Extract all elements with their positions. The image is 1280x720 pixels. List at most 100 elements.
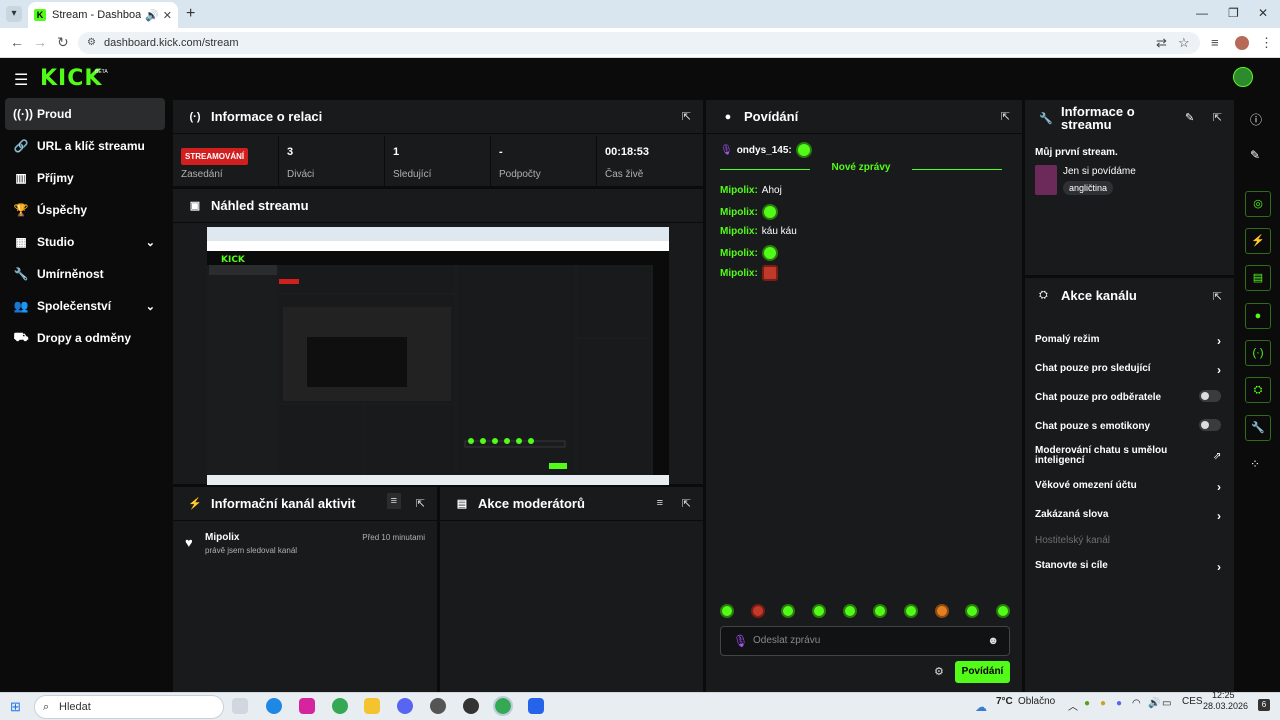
emote-icon[interactable] bbox=[811, 604, 826, 618]
browser-tab[interactable]: K Stream - Dashboard Kicku 🔊 ✕ bbox=[28, 2, 178, 28]
wifi-icon[interactable]: ◠ bbox=[1132, 698, 1141, 709]
sidebar-item-dropy[interactable]: ⛟ Dropy a odměny bbox=[5, 322, 165, 354]
window-close-icon[interactable]: ✕ bbox=[1258, 6, 1268, 20]
address-bar[interactable]: ⚙ dashboard.kick.com/stream bbox=[78, 32, 1200, 54]
new-tab-icon[interactable]: + bbox=[186, 5, 195, 23]
sidebar-item-proud[interactable]: ((·)) Proud bbox=[5, 98, 165, 130]
chat-message[interactable]: Mipolix: bbox=[720, 265, 778, 281]
emote-icon[interactable] bbox=[750, 604, 765, 618]
close-tab-icon[interactable]: ✕ bbox=[163, 9, 172, 22]
send-chat-button[interactable]: Povídání bbox=[955, 661, 1010, 683]
popout-icon[interactable]: ⇱ bbox=[1213, 290, 1222, 303]
tab-search-icon[interactable]: ▾ bbox=[6, 6, 22, 22]
tray-discord-icon[interactable]: ● bbox=[1116, 698, 1122, 709]
settings-icon[interactable] bbox=[430, 698, 446, 714]
popout-icon[interactable]: ⇱ bbox=[1001, 110, 1010, 123]
emote-only-toggle[interactable] bbox=[1199, 419, 1221, 431]
instagram-icon[interactable] bbox=[299, 698, 315, 714]
emote-icon[interactable] bbox=[842, 604, 857, 618]
stream-category[interactable]: Jen si povídáme bbox=[1063, 166, 1136, 177]
emote-icon[interactable] bbox=[873, 604, 888, 618]
notification-count[interactable]: 6 bbox=[1258, 699, 1270, 711]
info-icon[interactable]: ⓘ bbox=[1250, 111, 1262, 128]
action-ai-moderation[interactable]: Moderování chatu s umělou inteligencí bbox=[1035, 446, 1185, 466]
sidebar-item-umirnenost[interactable]: 🔧 Umírněnost bbox=[5, 258, 165, 290]
minimize-icon[interactable]: — bbox=[1196, 6, 1208, 20]
popout-icon[interactable]: ⇱ bbox=[682, 497, 691, 510]
taskbar-search[interactable]: ⌕ Hledat bbox=[34, 695, 224, 719]
chat-input[interactable]: 🎙 Odeslat zprávu ☻ bbox=[720, 626, 1010, 656]
edge-icon[interactable] bbox=[266, 698, 282, 714]
chat-widget-icon[interactable]: ● bbox=[1245, 303, 1271, 329]
broadcast-widget-icon[interactable]: (·) bbox=[1245, 340, 1271, 366]
popout-icon[interactable]: ⇱ bbox=[1213, 111, 1222, 124]
translate-icon[interactable]: ⇄ bbox=[1156, 35, 1167, 51]
file-explorer-icon[interactable] bbox=[364, 698, 380, 714]
tray-app-icon[interactable]: ● bbox=[1100, 698, 1106, 709]
battery-icon[interactable]: ▭ bbox=[1162, 698, 1171, 709]
sidebar-item-uspechy[interactable]: 🏆 Úspěchy bbox=[5, 194, 165, 226]
obs-icon[interactable] bbox=[463, 698, 479, 714]
chrome-active-icon[interactable] bbox=[493, 696, 513, 716]
tray-app-icon[interactable]: ● bbox=[1084, 698, 1090, 709]
audio-playing-icon[interactable]: 🔊 bbox=[145, 9, 159, 22]
action-followers-only[interactable]: Chat pouze pro sledující › bbox=[1035, 363, 1221, 377]
sidebar-item-spolecenstvi[interactable]: 👥 Společenství ⌄ bbox=[5, 290, 165, 322]
forward-icon[interactable]: → bbox=[33, 34, 47, 50]
emoji-picker-icon[interactable]: ☻ bbox=[987, 627, 999, 655]
bolt-widget-icon[interactable]: ⚡ bbox=[1245, 228, 1271, 254]
tray-expand-icon[interactable]: ︿ bbox=[1068, 698, 1078, 713]
chat-message[interactable]: Mipolix: bbox=[720, 245, 778, 261]
user-avatar[interactable] bbox=[1233, 67, 1253, 87]
clock-time[interactable]: 12:25 bbox=[1212, 690, 1235, 700]
chrome-icon[interactable] bbox=[332, 698, 348, 714]
playlist-icon[interactable]: ≡ bbox=[1211, 35, 1219, 50]
chat-settings-icon[interactable]: ⚙ bbox=[934, 665, 944, 678]
stream-preview-video[interactable]: KICK bbox=[207, 227, 669, 485]
site-info-icon[interactable]: ⚙ bbox=[87, 32, 96, 54]
emote-icon[interactable] bbox=[965, 604, 980, 618]
camera-widget-icon[interactable]: ◎ bbox=[1245, 191, 1271, 217]
language-indicator[interactable]: CES bbox=[1182, 696, 1203, 707]
pinned-message[interactable]: 🎙 ondys_145: bbox=[720, 142, 812, 158]
bookmark-star-icon[interactable]: ☆ bbox=[1178, 35, 1190, 51]
emote-icon[interactable] bbox=[934, 604, 949, 618]
profile-avatar[interactable] bbox=[1235, 36, 1249, 50]
task-view-icon[interactable] bbox=[232, 698, 248, 714]
emote-icon[interactable] bbox=[995, 604, 1010, 618]
subscribers-only-toggle[interactable] bbox=[1199, 390, 1221, 402]
sidebar-item-studio[interactable]: ▦ Studio ⌄ bbox=[5, 226, 165, 258]
edit-icon[interactable]: ✎ bbox=[1250, 148, 1260, 162]
menu-icon[interactable]: ☰ bbox=[14, 70, 28, 90]
wrench-widget-icon[interactable]: 🔧 bbox=[1245, 415, 1271, 441]
chat-message[interactable]: Mipolix: Ahoj bbox=[720, 185, 782, 196]
kick-logo[interactable]: KICK bbox=[40, 66, 102, 91]
sidebar-item-url[interactable]: 🔗 URL a klíč streamu bbox=[5, 130, 165, 162]
popout-icon[interactable]: ⇱ bbox=[416, 497, 425, 510]
popout-icon[interactable]: ⇱ bbox=[682, 110, 691, 123]
clock-date[interactable]: 28.03.2026 bbox=[1203, 701, 1248, 711]
filter-icon[interactable]: ≡ bbox=[657, 497, 663, 509]
action-set-goals[interactable]: Stanovte si cíle › bbox=[1035, 560, 1221, 574]
weather-text[interactable]: Oblačno bbox=[1018, 696, 1055, 707]
restore-icon[interactable]: ❐ bbox=[1228, 6, 1239, 20]
windows-start-icon[interactable]: ⊞ bbox=[10, 699, 21, 715]
more-widgets-icon[interactable]: ⁘ bbox=[1250, 457, 1260, 471]
weather-temp[interactable]: 7°C bbox=[996, 696, 1013, 707]
chat-message[interactable]: Mipolix: káu káu bbox=[720, 226, 797, 237]
emote-icon[interactable] bbox=[781, 604, 796, 618]
sidebar-item-prijmy[interactable]: ▥ Příjmy bbox=[5, 162, 165, 194]
volume-icon[interactable]: 🔊 bbox=[1148, 698, 1160, 709]
back-icon[interactable]: ← bbox=[10, 34, 24, 50]
action-slow-mode[interactable]: Pomalý režim › bbox=[1035, 334, 1221, 348]
actions-widget-icon[interactable]: ⛭ bbox=[1245, 377, 1271, 403]
external-link-icon[interactable]: ⇗ bbox=[1213, 451, 1221, 462]
action-age-restriction[interactable]: Věkové omezení účtu › bbox=[1035, 480, 1221, 494]
edit-icon[interactable]: ✎ bbox=[1185, 111, 1194, 124]
discord-icon[interactable] bbox=[397, 698, 413, 714]
action-banned-words[interactable]: Zakázaná slova › bbox=[1035, 509, 1221, 523]
browser-menu-icon[interactable]: ⋮ bbox=[1260, 35, 1273, 51]
chat-message[interactable]: Mipolix: bbox=[720, 204, 778, 220]
app-icon[interactable] bbox=[528, 698, 544, 714]
emote-icon[interactable] bbox=[720, 604, 734, 618]
